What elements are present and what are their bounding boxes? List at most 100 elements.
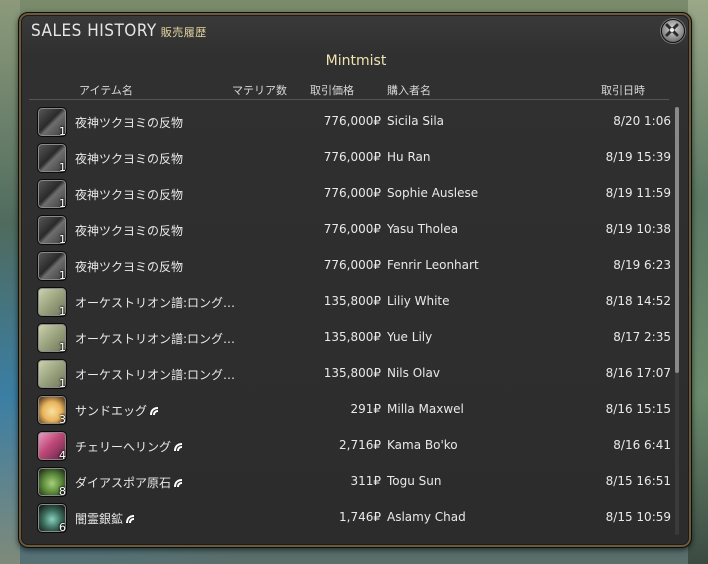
sale-row[interactable]: 1 夜神ツクヨミの反物 776,000₽ Yasu Tholea 8/19 10:38 — [29, 213, 673, 249]
window-title-jp: 販売履歴 — [160, 26, 207, 39]
high-quality-icon — [174, 479, 183, 487]
sale-row[interactable]: 8 ダイアスポア原石 311₽ Togu Sun 8/15 16:51 — [29, 465, 673, 501]
item-name: 夜神ツクヨミの反物 — [75, 186, 183, 203]
item-name: オーケストリオン譜:ロング… — [75, 330, 235, 347]
item-quantity: 1 — [59, 305, 66, 318]
item-name-text: オーケストリオン譜:ロング… — [75, 296, 236, 310]
high-quality-icon — [126, 515, 135, 523]
sale-price: 2,716₽ — [339, 438, 381, 452]
sale-price: 776,000₽ — [323, 222, 381, 236]
sale-price: 291₽ — [350, 402, 381, 416]
sale-price: 776,000₽ — [323, 258, 381, 272]
item-name: 夜神ツクヨミの反物 — [75, 114, 183, 131]
buyer-name: Aslamy Chad — [387, 510, 466, 524]
buyer-name: Liliy White — [387, 294, 450, 308]
item-name-text: 夜神ツクヨミの反物 — [75, 224, 184, 238]
buyer-name: Milla Maxwel — [387, 402, 464, 416]
item-quantity: 8 — [59, 485, 66, 498]
sale-datetime: 8/19 10:38 — [605, 222, 671, 236]
sale-price: 776,000₽ — [323, 114, 381, 128]
item-name: チェリーへリング — [75, 438, 183, 455]
sale-row[interactable]: 1 オーケストリオン譜:ロング… 135,800₽ Liliy White 8/18 1… — [29, 285, 673, 321]
item-name-text: オーケストリオン譜:ロング… — [75, 368, 236, 382]
item-name-text: サンドエッグ — [75, 404, 148, 418]
close-icon — [665, 23, 679, 37]
high-quality-icon — [174, 443, 183, 451]
item-name: オーケストリオン譜:ロング… — [75, 294, 235, 311]
sale-datetime: 8/16 17:07 — [605, 366, 671, 380]
sale-row[interactable]: 4 チェリーへリング 2,716₽ Kama Bo'ko 8/16 6:41 — [29, 429, 673, 465]
buyer-name: Yasu Tholea — [387, 222, 459, 236]
item-name-text: チェリーへリング — [75, 440, 172, 454]
sale-datetime: 8/19 6:23 — [613, 258, 671, 272]
item-quantity: 1 — [59, 377, 66, 390]
column-item[interactable]: アイテム名 — [79, 82, 133, 98]
buyer-name: Hu Ran — [387, 150, 431, 164]
sale-row[interactable]: 1 夜神ツクヨミの反物 776,000₽ Sophie Auslese 8/19 11:… — [29, 177, 673, 213]
item-name-text: 夜神ツクヨミの反物 — [75, 116, 184, 130]
sale-row[interactable]: 1 夜神ツクヨミの反物 776,000₽ Hu Ran 8/19 15:39 — [29, 141, 673, 177]
sale-row[interactable]: 1 オーケストリオン譜:ロング… 135,800₽ Yue Lily 8/17 2:35 — [29, 321, 673, 357]
column-datetime[interactable]: 取引日時 — [601, 82, 645, 98]
item-quantity: 6 — [59, 521, 66, 534]
sale-price: 135,800₽ — [323, 330, 381, 344]
item-name-text: 夜神ツクヨミの反物 — [75, 188, 184, 202]
column-materia[interactable]: マテリア数 — [232, 82, 287, 98]
sale-datetime: 8/19 11:59 — [605, 186, 671, 200]
sales-history-window: SALES HISTORY 販売履歴 Mintmist アイテム名 マテリア数 取… — [18, 12, 692, 548]
sale-row[interactable]: 1 オーケストリオン譜:ロング… 135,800₽ Nils Olav 8/16 17:… — [29, 357, 673, 393]
item-name-text: 闇霊銀鉱 — [75, 512, 124, 526]
item-name: ダイアスポア原石 — [75, 474, 183, 491]
item-name: オーケストリオン譜:ロング… — [75, 366, 235, 383]
sale-datetime: 8/18 14:52 — [605, 294, 671, 308]
sale-price: 311₽ — [350, 474, 381, 488]
item-name: サンドエッグ — [75, 402, 159, 419]
sale-datetime: 8/16 15:15 — [605, 402, 671, 416]
item-quantity: 1 — [59, 125, 66, 138]
sale-datetime: 8/19 15:39 — [605, 150, 671, 164]
sale-row[interactable]: 1 夜神ツクヨミの反物 776,000₽ Fenrir Leonhart 8/19 6:… — [29, 249, 673, 285]
item-name-text: ダイアスポア原石 — [75, 476, 172, 490]
buyer-name: Sicila Sila — [387, 114, 445, 128]
sale-price: 135,800₽ — [323, 366, 381, 380]
buyer-name: Kama Bo'ko — [387, 438, 458, 452]
buyer-name: Fenrir Leonhart — [387, 258, 479, 272]
sale-datetime: 8/16 6:41 — [613, 438, 671, 452]
scrollbar-thumb[interactable] — [675, 107, 679, 373]
item-quantity: 4 — [59, 449, 66, 462]
item-quantity: 1 — [59, 197, 66, 210]
sale-datetime: 8/15 16:51 — [605, 474, 671, 488]
item-name: 夜神ツクヨミの反物 — [75, 258, 183, 275]
sale-price: 776,000₽ — [323, 186, 381, 200]
column-header: アイテム名 マテリア数 取引価格 購入者名 取引日時 — [19, 82, 693, 98]
buyer-name: Togu Sun — [387, 474, 442, 488]
column-buyer[interactable]: 購入者名 — [387, 82, 431, 98]
buyer-name: Sophie Auslese — [387, 186, 479, 200]
item-name-text: オーケストリオン譜:ロング… — [75, 332, 236, 346]
sale-row[interactable]: 3 サンドエッグ 291₽ Milla Maxwel 8/16 15:15 — [29, 393, 673, 429]
buyer-name: Yue Lily — [387, 330, 433, 344]
high-quality-icon — [150, 407, 159, 415]
sale-row[interactable]: 6 闇霊銀鉱 1,746₽ Aslamy Chad 8/15 10:59 — [29, 501, 673, 537]
sale-datetime: 8/20 1:06 — [613, 114, 671, 128]
item-quantity: 1 — [59, 233, 66, 246]
item-quantity: 3 — [59, 413, 66, 426]
window-title-text: SALES HISTORY — [31, 21, 157, 41]
window-title: SALES HISTORY 販売履歴 — [31, 21, 207, 43]
background-left — [0, 0, 20, 564]
item-quantity: 1 — [59, 161, 66, 174]
sale-price: 135,800₽ — [323, 294, 381, 308]
item-name: 夜神ツクヨミの反物 — [75, 222, 183, 239]
item-name: 闇霊銀鉱 — [75, 510, 135, 527]
sale-datetime: 8/17 2:35 — [613, 330, 671, 344]
header-divider — [29, 99, 669, 100]
close-button[interactable] — [661, 19, 685, 43]
buyer-name: Nils Olav — [387, 366, 440, 380]
item-quantity: 1 — [59, 341, 66, 354]
sale-datetime: 8/15 10:59 — [605, 510, 671, 524]
column-price[interactable]: 取引価格 — [310, 82, 354, 98]
item-name-text: 夜神ツクヨミの反物 — [75, 152, 184, 166]
sale-price: 776,000₽ — [323, 150, 381, 164]
sale-row[interactable]: 1 夜神ツクヨミの反物 776,000₽ Sicila Sila 8/20 1:06 — [29, 105, 673, 141]
item-quantity: 1 — [59, 269, 66, 282]
